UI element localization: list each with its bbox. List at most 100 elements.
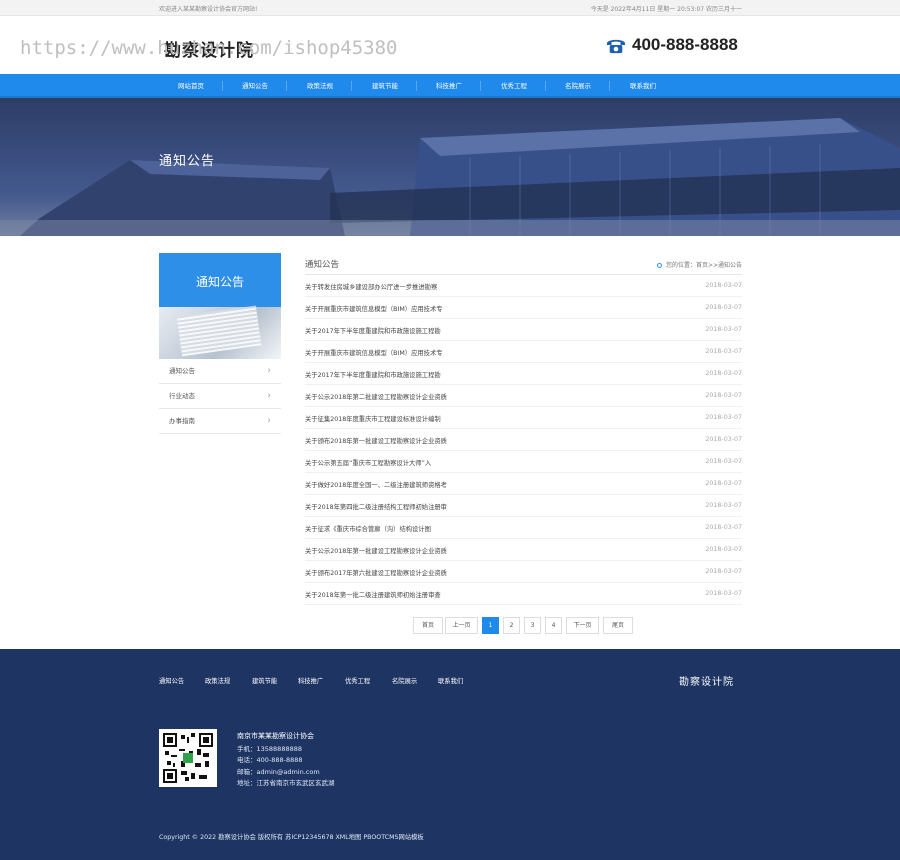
- footer-nav-energy[interactable]: 建筑节能: [252, 676, 277, 685]
- nav-item-projects[interactable]: 优秀工程: [482, 74, 546, 98]
- news-date: 2018-03-07: [705, 546, 742, 553]
- main-content: 通知公告 您的位置：首页>>通知公告 关于转发住房城乡建设部办公厅进一步推进勘察…: [305, 253, 742, 605]
- datetime-text: 今天是 2022年4月11日 星期一 20:53:07 农历三月十一: [590, 6, 742, 13]
- welcome-text: 欢迎进入某某勘察设计协会官方网站!: [159, 6, 258, 13]
- news-date: 2018-03-07: [705, 348, 742, 355]
- contact-info: 南京市某某勘察设计协会 手机：13588888888 电话：400-888-88…: [237, 731, 335, 790]
- nav-item-tech[interactable]: 科技推广: [417, 74, 481, 98]
- footer-nav-projects[interactable]: 优秀工程: [345, 676, 370, 685]
- footer-nav-contact[interactable]: 联系我们: [438, 676, 463, 685]
- news-row[interactable]: 关于2017年下半年度重建院和市政施设施工程勘 2018-03-07: [305, 319, 742, 341]
- top-bar: 欢迎进入某某勘察设计协会官方网站! 今天是 2022年4月11日 星期一 20:…: [0, 0, 900, 16]
- news-title[interactable]: 关于2018年第一批二级注册建筑师初始注册审查: [305, 590, 441, 599]
- news-row[interactable]: 关于开展重庆市建筑信息模型（BIM）应用技术专 2018-03-07: [305, 297, 742, 319]
- sidebar-item-news[interactable]: 行业动态 ›: [159, 384, 281, 409]
- page-banner: 通知公告: [0, 98, 900, 236]
- news-row[interactable]: 关于开展重庆市建筑信息模型（BIM）应用技术专 2018-03-07: [305, 341, 742, 363]
- sidebar-title: 通知公告: [195, 275, 244, 289]
- footer-nav-notices[interactable]: 通知公告: [159, 676, 184, 685]
- news-row[interactable]: 关于征求《重庆市综合管廊（沟）结构设计图 2018-03-07: [305, 517, 742, 539]
- watermark-text: https://www.huzhan.com/ishop45380: [20, 37, 398, 59]
- news-title[interactable]: 关于公示第五届“重庆市工程勘察设计大师”入: [305, 458, 431, 467]
- tel-text: 电话：400-888-8888: [237, 756, 303, 764]
- building-illustration: [0, 118, 900, 236]
- sidebar-item-label: 通知公告: [169, 367, 195, 375]
- nav-item-energy[interactable]: 建筑节能: [353, 74, 417, 98]
- chevron-right-icon: ›: [267, 366, 271, 376]
- address-text: 地址：江苏省南京市玄武区玄武湖: [237, 779, 335, 787]
- chevron-right-icon: ›: [267, 416, 271, 426]
- news-row[interactable]: 关于转发住房城乡建设部办公厅进一步推进勘察 2018-03-07: [305, 275, 742, 297]
- section-title: 通知公告: [305, 260, 340, 270]
- news-title[interactable]: 关于2017年下半年度重建院和市政施设施工程勘: [305, 370, 441, 379]
- footer-logo: 勘察设计院: [679, 677, 734, 688]
- news-row[interactable]: 关于公示2018年第二批建设工程勘察设计企业资质 2018-03-07: [305, 385, 742, 407]
- nav-item-institutes[interactable]: 名院展示: [546, 74, 610, 98]
- footer: 通知公告 政策法规 建筑节能 科技推广 优秀工程 名院展示 联系我们 勘察设计院: [0, 649, 900, 860]
- nav-item-policies[interactable]: 政策法规: [288, 74, 352, 98]
- location-icon: [656, 263, 662, 268]
- news-title[interactable]: 关于做好2018年度全国一、二级注册建筑师资格考: [305, 480, 447, 489]
- breadcrumb: 您的位置：首页>>通知公告: [656, 260, 742, 269]
- news-date: 2018-03-07: [705, 282, 742, 289]
- news-date: 2018-03-07: [705, 414, 742, 421]
- nav-item-contact[interactable]: 联系我们: [611, 74, 675, 98]
- page-2-button[interactable]: 2: [503, 617, 520, 634]
- page-prev-button[interactable]: 上一页: [445, 617, 478, 634]
- news-title[interactable]: 关于2017年下半年度重建院和市政施设施工程勘: [305, 326, 441, 335]
- news-row[interactable]: 关于公示第五届“重庆市工程勘察设计大师”入 2018-03-07: [305, 451, 742, 473]
- email-text: 邮箱：admin@admin.com: [237, 767, 320, 776]
- news-date: 2018-03-07: [705, 480, 742, 487]
- news-row[interactable]: 关于公示2018年第一批建设工程勘察设计企业资质 2018-03-07: [305, 539, 742, 561]
- news-title[interactable]: 关于公示2018年第一批建设工程勘察设计企业资质: [305, 546, 447, 555]
- news-row[interactable]: 关于2018年第四批二级注册结构工程师初始注册审 2018-03-07: [305, 495, 742, 517]
- news-title[interactable]: 关于颁布2018年第一批建设工程勘察设计企业资质: [305, 436, 447, 445]
- page-1-button[interactable]: 1: [482, 617, 499, 634]
- news-row[interactable]: 关于颁布2017年第六批建设工程勘察设计企业资质 2018-03-07: [305, 561, 742, 583]
- footer-nav-institutes[interactable]: 名院展示: [392, 676, 417, 685]
- news-row[interactable]: 关于征集2018年度重庆市工程建设标准设计编制 2018-03-07: [305, 407, 742, 429]
- news-date: 2018-03-07: [705, 392, 742, 399]
- news-row[interactable]: 关于颁布2018年第一批建设工程勘察设计企业资质 2018-03-07: [305, 429, 742, 451]
- main-header: 通知公告 您的位置：首页>>通知公告: [305, 253, 742, 275]
- news-title[interactable]: 关于征集2018年度重庆市工程建设标准设计编制: [305, 414, 441, 423]
- news-row[interactable]: 关于做好2018年度全国一、二级注册建筑师资格考 2018-03-07: [305, 473, 742, 495]
- page-last-button[interactable]: 尾页: [603, 617, 633, 634]
- sidebar-header: 通知公告: [159, 253, 281, 359]
- qr-code: [159, 729, 217, 787]
- sidebar: 通知公告 通知公告 › 行业动态 › 办事指南 ›: [159, 253, 281, 434]
- news-date: 2018-03-07: [705, 370, 742, 377]
- page-3-button[interactable]: 3: [524, 617, 541, 634]
- breadcrumb-text[interactable]: 您的位置：首页>>通知公告: [666, 262, 742, 269]
- sidebar-item-notices[interactable]: 通知公告 ›: [159, 359, 281, 384]
- nav-item-home[interactable]: 网站首页: [159, 74, 223, 98]
- news-date: 2018-03-07: [705, 458, 742, 465]
- news-date: 2018-03-07: [705, 568, 742, 575]
- sidebar-item-label: 办事指南: [169, 417, 195, 425]
- news-row[interactable]: 关于2018年第一批二级注册建筑师初始注册审查 2018-03-07: [305, 583, 742, 605]
- footer-nav-policies[interactable]: 政策法规: [205, 676, 230, 685]
- phone-icon: [607, 39, 625, 54]
- page-4-button[interactable]: 4: [545, 617, 562, 634]
- qr-code-image: [163, 733, 213, 783]
- news-date: 2018-03-07: [705, 590, 742, 597]
- footer-nav-tech[interactable]: 科技推广: [298, 676, 323, 685]
- sidebar-item-guide[interactable]: 办事指南 ›: [159, 409, 281, 434]
- page-next-button[interactable]: 下一页: [566, 617, 599, 634]
- news-title[interactable]: 关于2018年第四批二级注册结构工程师初始注册审: [305, 502, 447, 511]
- chevron-right-icon: ›: [267, 391, 271, 401]
- phone-block: 400-888-8888: [605, 35, 738, 55]
- news-title[interactable]: 关于转发住房城乡建设部办公厅进一步推进勘察: [305, 282, 437, 291]
- news-date: 2018-03-07: [705, 304, 742, 311]
- nav-item-notices[interactable]: 通知公告: [223, 74, 287, 98]
- news-row[interactable]: 关于2017年下半年度重建院和市政施设施工程勘 2018-03-07: [305, 363, 742, 385]
- page-first-button[interactable]: 首页: [413, 617, 443, 634]
- news-title[interactable]: 关于开展重庆市建筑信息模型（BIM）应用技术专: [305, 348, 443, 357]
- news-title[interactable]: 关于公示2018年第二批建设工程勘察设计企业资质: [305, 392, 447, 401]
- news-title[interactable]: 关于颁布2017年第六批建设工程勘察设计企业资质: [305, 568, 447, 577]
- news-title[interactable]: 关于征求《重庆市综合管廊（沟）结构设计图: [305, 524, 431, 533]
- news-date: 2018-03-07: [705, 436, 742, 443]
- news-title[interactable]: 关于开展重庆市建筑信息模型（BIM）应用技术专: [305, 304, 443, 313]
- news-list: 关于转发住房城乡建设部办公厅进一步推进勘察 2018-03-07 关于开展重庆市建筑…: [305, 275, 742, 605]
- main-nav: 网站首页 通知公告 政策法规 建筑节能 科技推广 优秀工程 名院展示 联系我们: [0, 74, 900, 98]
